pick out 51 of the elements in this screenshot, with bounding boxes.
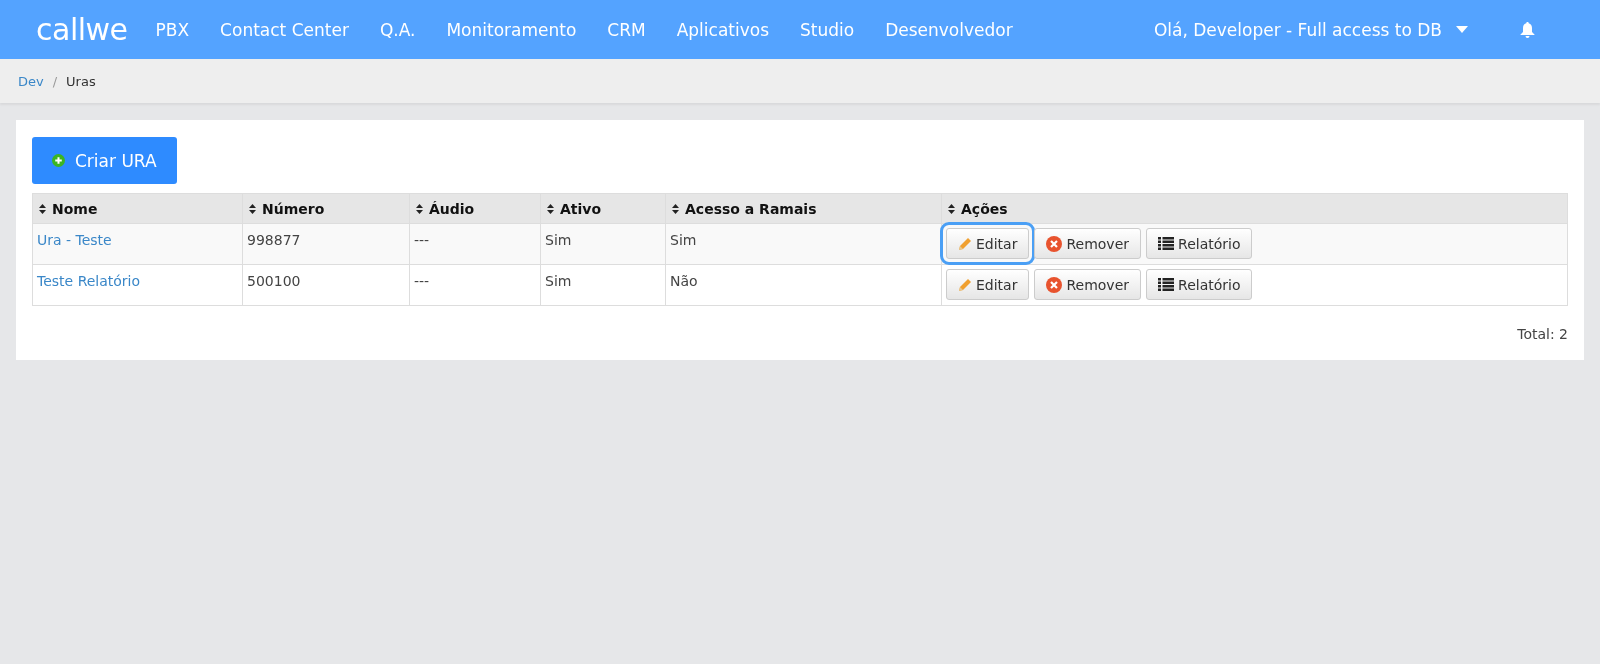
- breadcrumb-separator: /: [52, 73, 58, 89]
- table-cell: ---: [414, 273, 430, 289]
- nav-menu-item[interactable]: Q.A.: [379, 19, 416, 40]
- create-button[interactable]: Criar URA: [32, 137, 177, 184]
- nav-menu-item[interactable]: Contact Center: [220, 19, 349, 40]
- nav-menu-item[interactable]: CRM: [607, 19, 646, 40]
- breadcrumb-current: Uras: [66, 73, 96, 89]
- list-icon: [1158, 237, 1175, 250]
- sort-icon: [672, 203, 679, 214]
- column-header[interactable]: Acesso a Ramais: [665, 193, 942, 224]
- table-cell: Não: [670, 273, 698, 289]
- remove-button[interactable]: Remover: [1034, 269, 1142, 300]
- edit-button[interactable]: Editar: [946, 269, 1030, 300]
- column-header[interactable]: Áudio: [409, 193, 541, 224]
- table-cell: 998877: [247, 232, 301, 248]
- sort-icon: [948, 203, 955, 214]
- x-circle-icon: [1046, 276, 1063, 293]
- table-cell: Sim: [670, 232, 697, 248]
- table-cell: Sim: [545, 273, 572, 289]
- sort-icon: [39, 203, 46, 214]
- sort-icon: [547, 203, 554, 214]
- list-icon: [1158, 278, 1175, 291]
- column-header[interactable]: Ações: [941, 193, 1568, 224]
- nav-menu-item[interactable]: Studio: [800, 19, 855, 40]
- pencil-icon: [958, 277, 972, 292]
- user-menu[interactable]: Olá, Developer - Full access to DB: [1153, 19, 1468, 40]
- ura-name-link[interactable]: Teste Relatório: [37, 273, 141, 289]
- sort-icon: [249, 203, 256, 214]
- sort-icon: [416, 203, 423, 214]
- table-cell: ---: [414, 232, 430, 248]
- column-header[interactable]: Nome: [32, 193, 243, 224]
- nav-menu-item[interactable]: PBX: [155, 19, 190, 40]
- nav-menu-item[interactable]: Desenvolvedor: [885, 19, 1013, 40]
- x-circle-icon: [1046, 235, 1063, 252]
- total-count: Total: 2: [1517, 326, 1568, 342]
- report-button[interactable]: Relatório: [1146, 269, 1253, 300]
- logo[interactable]: callwe: [36, 14, 128, 45]
- caret-icon: [1456, 26, 1468, 33]
- report-button[interactable]: Relatório: [1146, 228, 1253, 259]
- nav-menu-item[interactable]: Monitoramento: [446, 19, 577, 40]
- pencil-icon: [958, 236, 972, 251]
- nav-menu-item[interactable]: Aplicativos: [676, 19, 769, 40]
- plus-circle-icon: [52, 154, 65, 167]
- column-header[interactable]: Ativo: [540, 193, 666, 224]
- table-cell: Sim: [545, 232, 572, 248]
- table-cell: 500100: [247, 273, 301, 289]
- breadcrumb-link[interactable]: Dev: [18, 73, 44, 89]
- ura-name-link[interactable]: Ura - Teste: [37, 232, 112, 248]
- bell-icon[interactable]: [1520, 21, 1535, 38]
- remove-button[interactable]: Remover: [1034, 228, 1142, 259]
- column-header[interactable]: Número: [242, 193, 410, 224]
